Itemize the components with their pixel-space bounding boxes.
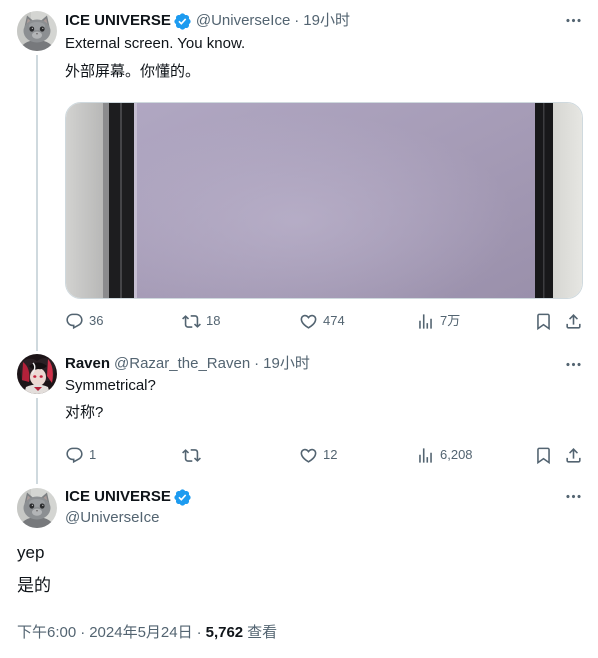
views-count: 7万 [440, 313, 461, 328]
bookmark-button[interactable] [534, 311, 553, 331]
share-icon [564, 312, 583, 331]
retweet-button[interactable] [182, 445, 206, 465]
tweet-time[interactable]: 下午6:00 [17, 623, 76, 643]
like-button[interactable]: 474 [299, 311, 345, 331]
like-count: 12 [323, 447, 338, 462]
share-button[interactable] [564, 445, 583, 465]
author-name[interactable]: ICE UNIVERSE [65, 487, 171, 507]
views-count: 6,208 [440, 447, 473, 462]
thread-connector-line [36, 398, 38, 484]
cat-avatar-icon [17, 11, 57, 51]
tweet-header: ICE UNIVERSE @UniverseIce · 19小时 [65, 11, 350, 31]
like-icon [299, 446, 318, 465]
like-button[interactable]: 12 [299, 445, 337, 465]
more-options-icon[interactable] [564, 355, 583, 374]
tweet-text: Symmetrical? [65, 377, 156, 394]
thread-view: ICE UNIVERSE @UniverseIce · 19小时 Externa… [0, 0, 598, 658]
views-count: 5,762 [205, 624, 244, 641]
cat-avatar-icon [17, 488, 57, 528]
like-count: 474 [323, 313, 345, 328]
views-button[interactable]: 6,208 [416, 445, 473, 465]
views-icon [416, 312, 435, 331]
separator-dot: · [80, 624, 86, 641]
retweet-count: 18 [206, 313, 221, 328]
views-label: 查看 [247, 624, 278, 641]
reply-button[interactable]: 1 [65, 445, 96, 465]
retweet-button[interactable]: 18 [182, 311, 220, 331]
share-button[interactable] [564, 311, 583, 331]
author-avatar[interactable] [17, 354, 57, 394]
retweet-icon [182, 446, 201, 465]
author-avatar[interactable] [17, 11, 57, 51]
verified-badge-icon[interactable] [173, 12, 192, 31]
author-name[interactable]: ICE UNIVERSE [65, 11, 171, 31]
tweet-translated-text: 对称? [65, 404, 104, 421]
tweet-text: yep [17, 543, 45, 562]
author-name[interactable]: Raven [65, 354, 110, 374]
more-options-icon[interactable] [564, 11, 583, 30]
bookmark-icon [534, 446, 553, 465]
focused-tweet: ICE UNIVERSE @UniverseIce yep 是的 下午6:00 … [0, 480, 598, 658]
tweet-photo[interactable] [65, 102, 583, 299]
share-icon [564, 446, 583, 465]
separator-dot: · [294, 12, 300, 29]
thread-connector-line [36, 55, 38, 351]
left-wall [66, 103, 106, 298]
reply-icon [65, 312, 84, 331]
like-icon [299, 312, 318, 331]
bookmark-icon [534, 312, 553, 331]
reply-count: 1 [89, 447, 97, 462]
thread-tweet[interactable]: ICE UNIVERSE @UniverseIce · 19小时 Externa… [0, 0, 598, 351]
bookmark-button[interactable] [534, 445, 553, 465]
external-screen-photo [66, 103, 582, 298]
tweet-time[interactable]: 19小时 [263, 354, 310, 374]
tweet-meta: 下午6:00 · 2024年5月24日 · 5,762 查看 [17, 623, 277, 643]
tweet-header: Raven @Razar_the_Raven · 19小时 [65, 354, 310, 374]
tweet-translated-text: 是的 [17, 576, 51, 595]
reply-icon [65, 446, 84, 465]
more-options-icon[interactable] [564, 487, 583, 506]
tweet-time[interactable]: 19小时 [303, 11, 350, 31]
separator-dot: · [254, 355, 260, 372]
reply-button[interactable]: 36 [65, 311, 103, 331]
separator-dot: · [196, 624, 202, 641]
anime-avatar-icon [17, 354, 57, 394]
views-icon [416, 446, 435, 465]
left-frame-edge [103, 103, 109, 298]
author-avatar[interactable] [17, 488, 57, 528]
views-button[interactable]: 7万 [416, 311, 460, 331]
author-handle[interactable]: @UniverseIce [65, 508, 159, 528]
right-wall [553, 103, 582, 298]
tweet-text: External screen. You know. [65, 35, 246, 52]
tweet-date[interactable]: 2024年5月24日 [89, 623, 192, 643]
verified-badge-icon[interactable] [173, 488, 192, 507]
author-name-row: ICE UNIVERSE [65, 487, 192, 507]
reply-count: 36 [89, 313, 104, 328]
author-handle[interactable]: @Razar_the_Raven [114, 354, 250, 374]
thread-tweet[interactable]: Raven @Razar_the_Raven · 19小时 Symmetrica… [0, 345, 598, 484]
retweet-icon [182, 312, 201, 331]
author-handle[interactable]: @UniverseIce [196, 11, 290, 31]
tweet-translated-text: 外部屏幕。你懂的。 [65, 63, 201, 80]
